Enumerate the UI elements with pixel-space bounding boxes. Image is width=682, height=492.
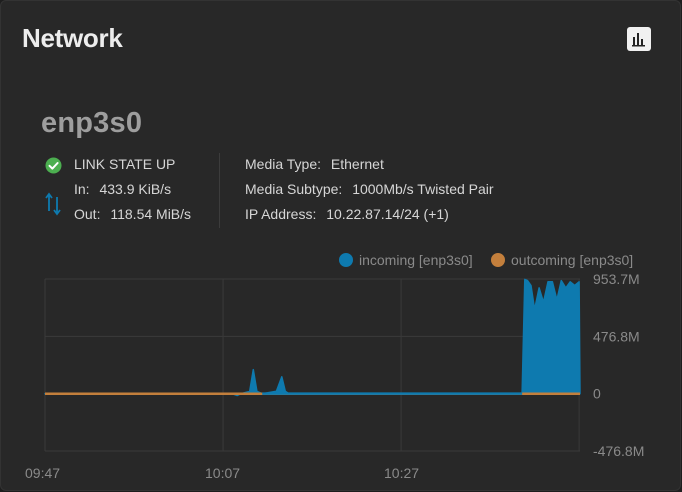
series-incoming-area [44,278,581,397]
y-axis-ticks: 953.7M 476.8M 0 -476.8M [593,271,644,459]
y-tick-label: 476.8M [593,328,640,344]
x-tick-label: 10:27 [384,465,419,481]
y-tick-label: -476.8M [593,443,644,459]
x-tick-label: 09:47 [25,465,60,481]
chart-series [44,278,581,397]
x-axis-ticks: 09:47 10:07 10:27 [25,465,419,481]
y-tick-label: 0 [593,386,601,402]
network-traffic-chart: 953.7M 476.8M 0 -476.8M 09:47 10:07 10:27 [25,271,644,481]
y-tick-label: 953.7M [593,271,640,287]
network-card: Network enp3s0 LINK STATE UP In: 433.9 K… [0,0,681,491]
chart-grid [44,278,580,452]
x-tick-label: 10:07 [205,465,240,481]
